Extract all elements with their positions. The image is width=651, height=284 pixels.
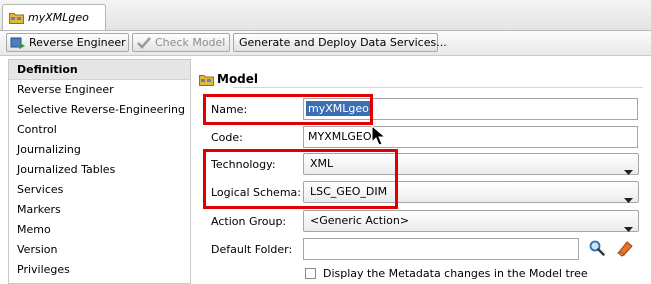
action-group-select[interactable]: <Generic Action> (303, 210, 639, 232)
mouse-pointer-icon (371, 124, 387, 150)
model-folder-icon (9, 11, 24, 27)
reverse-engineer-button[interactable]: Reverse Engineer (6, 33, 129, 52)
nav-item-version[interactable]: Version (9, 240, 190, 260)
default-folder-label: Default Folder: (211, 243, 293, 256)
code-label: Code: (211, 131, 243, 144)
nav-item-markers[interactable]: Markers (9, 200, 190, 220)
search-folder-button[interactable] (588, 239, 608, 259)
nav-item-privileges[interactable]: Privileges (9, 260, 190, 280)
check-model-label: Check Model (155, 36, 226, 49)
nav-item-memo[interactable]: Memo (9, 220, 190, 240)
generate-deploy-label: Generate and Deploy Data Services... (239, 36, 447, 49)
check-model-button[interactable]: Check Model (132, 33, 230, 52)
section-title: Model (217, 72, 259, 86)
reverse-engineer-label: Reverse Engineer (29, 36, 126, 49)
nav-item-journalizing[interactable]: Journalizing (9, 140, 190, 160)
nav-item-journalized-tables[interactable]: Journalized Tables (9, 160, 190, 180)
technology-schema-highlight-box (203, 149, 398, 209)
editor-tab-title: myXMLgeo (28, 11, 89, 24)
code-field[interactable]: MYXMLGEO (303, 126, 638, 148)
action-group-value: <Generic Action> (310, 214, 410, 227)
eraser-icon (616, 241, 634, 260)
check-icon (136, 36, 152, 53)
action-group-label: Action Group: (211, 215, 287, 228)
nav-item-services[interactable]: Services (9, 180, 190, 200)
chevron-down-icon (624, 190, 633, 210)
nav-item-reverse-engineer[interactable]: Reverse Engineer (9, 80, 190, 100)
display-metadata-checkbox[interactable] (305, 268, 316, 279)
clear-folder-button[interactable] (616, 239, 636, 259)
display-metadata-label: Display the Metadata changes in the Mode… (323, 267, 588, 280)
reverse-engineer-icon (10, 36, 26, 53)
nav-item-control[interactable]: Control (9, 120, 190, 140)
definition-nav: Definition Reverse Engineer Selective Re… (8, 59, 191, 284)
nav-item-definition[interactable]: Definition (9, 60, 190, 80)
chevron-down-icon (624, 162, 633, 182)
nav-item-selective-reverse-engineering[interactable]: Selective Reverse-Engineering (9, 100, 190, 120)
editor-toolbar: Reverse Engineer Check Model Generate an… (0, 31, 651, 56)
chevron-down-icon (624, 219, 633, 239)
model-folder-icon (199, 73, 214, 89)
section-divider (233, 87, 643, 88)
default-folder-field[interactable] (303, 238, 579, 260)
search-icon (588, 240, 606, 260)
editor-tab-strip: myXMLgeo (0, 0, 651, 31)
generate-deploy-button[interactable]: Generate and Deploy Data Services... (233, 33, 447, 52)
name-highlight-box (203, 94, 373, 125)
editor-tab[interactable]: myXMLgeo (2, 4, 106, 30)
